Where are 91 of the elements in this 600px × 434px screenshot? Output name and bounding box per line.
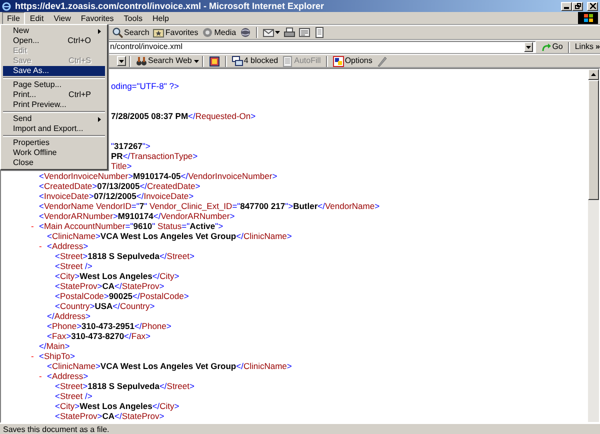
caret-icon — [275, 31, 280, 34]
xml-line: <VendorInvoiceNumber>M910174-05</VendorInvoiceNumber> — [39, 171, 278, 181]
close-button[interactable] — [587, 2, 598, 10]
xml-line: <CreatedDate>07/13/2005</CreatedDate> — [39, 181, 200, 191]
menu-item[interactable]: Tools — [118, 12, 148, 24]
browser-logo-icon — [2, 2, 11, 10]
scroll-thumb[interactable] — [588, 80, 599, 200]
xml-line: <Street /> — [55, 261, 92, 271]
xml-line: <Country>USA</Country> — [55, 301, 155, 311]
xml-line: "317267"> — [111, 141, 150, 151]
highlight-button[interactable] — [206, 54, 222, 68]
menu-item[interactable]: Print... Ctrl+P — [3, 90, 105, 100]
menu-item[interactable]: Save As... — [3, 66, 105, 76]
menu-item[interactable]: Page Setup... — [3, 80, 105, 90]
xml-line: </Address> — [47, 311, 90, 321]
xml-line: <Street>1818 S Sepulveda</Street> — [55, 251, 194, 261]
xml-line: <VendorName VendorID="7" Vendor_Clinic_Ext_ID="847700 217">Butler</VendorName> — [39, 201, 380, 211]
windows-flag-icon — [578, 12, 598, 24]
favorites-button[interactable]: Favorites — [151, 26, 200, 39]
xml-line: <ClinicName>VCA West Los Angeles Vet Group</ClinicName> — [47, 231, 292, 241]
media-icon — [202, 27, 214, 38]
collapse-toggle[interactable]: - — [39, 241, 47, 251]
card-icon — [208, 56, 220, 66]
menu-item[interactable]: Edit — [24, 12, 49, 24]
scroll-up-button[interactable] — [588, 69, 599, 80]
address-field[interactable]: n/control/invoice.xml — [107, 41, 536, 53]
menu-item[interactable]: Work Offline — [3, 148, 105, 158]
close-icon — [590, 3, 596, 9]
collapse-toggle[interactable]: - — [39, 371, 47, 381]
caret-icon — [119, 60, 124, 62]
globe-icon — [240, 27, 252, 38]
search-button[interactable]: Search — [110, 26, 152, 39]
arrow-icon — [542, 42, 552, 52]
mail-button[interactable] — [261, 26, 282, 39]
options-button[interactable]: Options — [330, 54, 374, 68]
restore-button[interactable] — [572, 2, 583, 10]
xml-line: <Fax>310-473-8270</Fax> — [47, 331, 151, 341]
menu-item[interactable]: Help — [147, 12, 174, 24]
popup-blocker-button[interactable]: 4 blocked — [230, 54, 280, 68]
envelope-icon — [263, 27, 274, 38]
xml-line: <InvoiceDate>07/12/2005</InvoiceDate> — [39, 191, 194, 201]
xml-line: <PostalCode>90025</PostalCode> — [55, 291, 189, 301]
go-button[interactable]: Go — [540, 40, 565, 54]
search-icon — [112, 27, 123, 38]
more-chevron[interactable]: » — [596, 43, 600, 51]
menu-item[interactable]: View — [48, 12, 76, 24]
xml-line: <Address> — [47, 371, 88, 381]
status-text: Saves this document as a file. — [3, 425, 110, 434]
xml-line: <StateProv>CA</StateProv> — [55, 281, 164, 291]
xml-line: <City>West Los Angeles</City> — [55, 271, 180, 281]
xml-line: oding="UTF-8" ?> — [111, 81, 179, 91]
xml-line: <Main AccountNumber="9610" Status="Active"> — [39, 221, 224, 231]
menu-item[interactable]: Properties — [3, 138, 105, 148]
menu-item[interactable]: Print Preview... — [3, 100, 105, 110]
xml-line: <ClinicName>VCA West Los Angeles Vet Group</ClinicName> — [47, 361, 292, 371]
xml-line: <Address> — [47, 241, 88, 251]
xml-line: <Street /> — [55, 391, 92, 401]
media-button[interactable]: Media — [200, 26, 238, 39]
xml-line: <ShipTo> — [39, 351, 75, 361]
xml-line: <City>West Los Angeles</City> — [55, 401, 180, 411]
minimize-button[interactable] — [561, 2, 572, 10]
caret-icon[interactable] — [194, 60, 199, 62]
menu-item[interactable]: Close — [3, 158, 105, 168]
xml-line: <Street>1818 S Sepulveda</Street> — [55, 381, 194, 391]
window-title: https://dev1.zoasis.com/control/invoice.xml - Microsoft Internet Explorer — [15, 2, 324, 10]
menu-item[interactable]: Open... Ctrl+O — [3, 36, 105, 46]
collapse-toggle[interactable]: - — [31, 351, 39, 361]
xml-line: </Main> — [39, 341, 70, 351]
form-icon — [282, 56, 294, 66]
xml-line: PR</TransactionType> — [111, 151, 198, 161]
menu-item[interactable]: Send — [3, 114, 105, 124]
print-button[interactable] — [282, 26, 298, 39]
xml-line: Title> — [111, 161, 132, 171]
search-web-button[interactable]: Search Web — [134, 54, 194, 68]
menu-item[interactable]: New — [3, 26, 105, 36]
xml-line: 7/28/2005 08:37 PM</Requested-On> — [111, 111, 256, 121]
xml-line: <StateProv>CA</StateProv> — [55, 411, 164, 421]
xml-line: <VendorARNumber>M910174</VendorARNumber> — [39, 211, 235, 221]
up-arrow-icon — [591, 73, 596, 76]
binoculars-icon — [136, 56, 147, 66]
dropdown-button[interactable] — [524, 42, 534, 52]
menu-item[interactable]: Favorites — [76, 12, 119, 24]
links-button[interactable]: Links — [572, 40, 596, 54]
caret-icon — [526, 46, 532, 48]
restore-icon — [574, 3, 580, 9]
menu-item[interactable]: Import and Export... — [3, 124, 105, 134]
edit-button[interactable] — [297, 26, 312, 39]
document-icon — [299, 27, 310, 38]
dropdown-button[interactable] — [117, 56, 126, 66]
xml-line: <Phone>310-473-2951</Phone> — [47, 321, 172, 331]
collapse-toggle[interactable]: - — [31, 221, 39, 231]
